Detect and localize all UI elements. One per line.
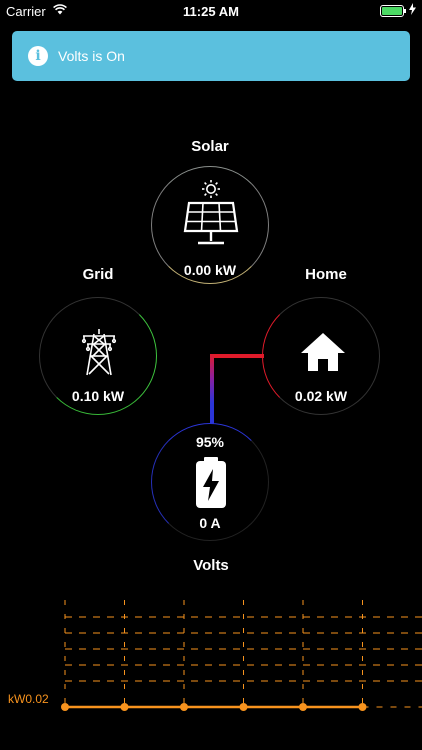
chart-data-point: [120, 703, 129, 711]
chart-y-tick-label: kW0.02: [8, 692, 49, 706]
home-node[interactable]: 0.02 kW: [262, 297, 380, 415]
battery-status-icon: [380, 5, 406, 17]
status-bar: Carrier 11:25 AM: [0, 0, 422, 22]
grid-label: Grid: [82, 266, 114, 283]
chart-data-point: [180, 703, 188, 711]
status-banner[interactable]: i Volts is On: [12, 31, 410, 81]
solar-panel-icon: [183, 180, 239, 245]
battery-charging-icon: [196, 457, 226, 508]
solar-power-value: 0.00 kW: [183, 262, 237, 278]
chart-data-point: [239, 703, 248, 711]
chart-data-point: [358, 703, 367, 711]
home-label: Home: [305, 266, 347, 283]
solar-label: Solar: [191, 138, 229, 155]
chart-data-point: [61, 703, 69, 711]
battery-current-value: 0 A: [199, 515, 221, 531]
flow-line-battery-vertical: [210, 354, 214, 424]
battery-charge-percent: 95%: [195, 434, 225, 450]
clock: 11:25 AM: [183, 4, 239, 19]
banner-message: Volts is On: [58, 48, 125, 64]
home-power-value: 0.02 kW: [294, 388, 348, 404]
home-icon: [301, 333, 345, 371]
power-tower-icon: [81, 329, 117, 376]
grid-node[interactable]: 0.10 kW: [39, 297, 157, 415]
grid-power-value: 0.10 kW: [71, 388, 125, 404]
charging-bolt-icon: [409, 3, 416, 15]
chart-data-point: [299, 703, 307, 711]
battery-node[interactable]: 95% 0 A: [151, 423, 269, 541]
info-icon: i: [28, 46, 48, 66]
flow-line-home-horizontal: [210, 354, 264, 358]
power-history-chart: [61, 600, 422, 711]
volts-label: Volts: [193, 557, 229, 574]
solar-node[interactable]: 0.00 kW: [151, 166, 269, 284]
